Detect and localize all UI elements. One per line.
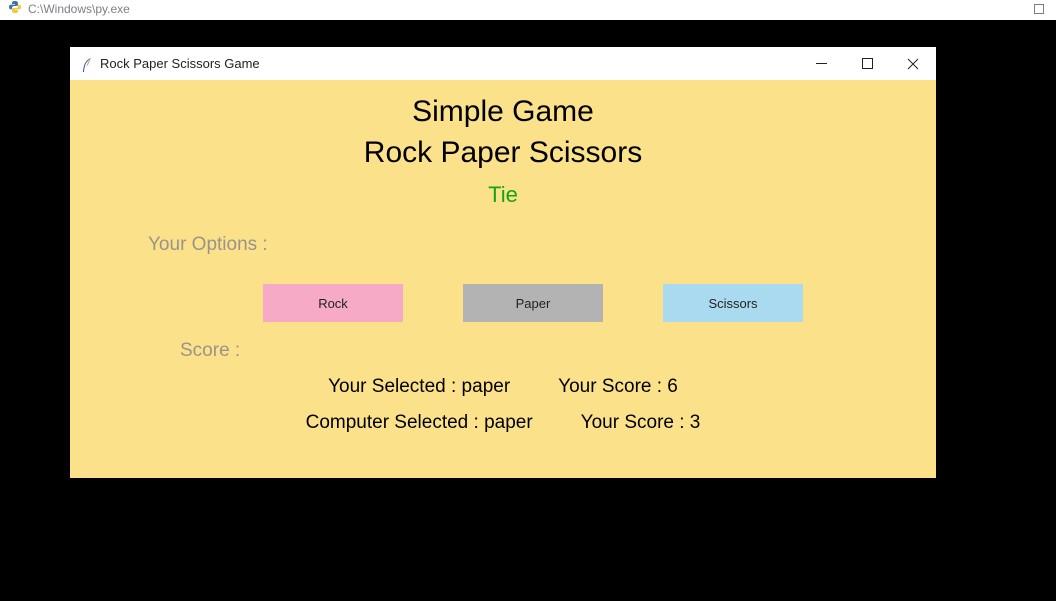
- computer-row: Computer Selected : paper Your Score : 3: [70, 412, 936, 434]
- score-label: Score :: [180, 340, 936, 362]
- app-window: Rock Paper Scissors Game Simple Game Roc…: [70, 47, 936, 478]
- desktop-background: Rock Paper Scissors Game Simple Game Roc…: [0, 20, 1056, 601]
- heading-1: Simple Game: [70, 92, 936, 131]
- scores-block: Your Selected : paper Your Score : 6 Com…: [70, 376, 936, 434]
- choice-buttons-row: Rock Paper Scissors: [70, 284, 936, 322]
- rock-button[interactable]: Rock: [263, 284, 403, 322]
- close-button[interactable]: [890, 47, 936, 80]
- heading-2: Rock Paper Scissors: [70, 133, 936, 172]
- tk-feather-icon: [80, 57, 94, 71]
- computer-score: Your Score : 3: [581, 412, 701, 434]
- outer-console-title: C:\Windows\py.exe: [28, 2, 130, 16]
- paper-button[interactable]: Paper: [463, 284, 603, 322]
- minimize-button[interactable]: [798, 47, 844, 80]
- window-titlebar[interactable]: Rock Paper Scissors Game: [70, 47, 936, 80]
- python-icon: [8, 0, 22, 17]
- player-row: Your Selected : paper Your Score : 6: [70, 376, 936, 398]
- app-body: Simple Game Rock Paper Scissors Tie Your…: [70, 80, 936, 478]
- maximize-button[interactable]: [844, 47, 890, 80]
- computer-selected: Computer Selected : paper: [306, 412, 533, 434]
- result-label: Tie: [70, 182, 936, 208]
- outer-console-titlebar: C:\Windows\py.exe: [0, 0, 1056, 17]
- window-title: Rock Paper Scissors Game: [100, 56, 260, 71]
- outer-maximize-icon[interactable]: [1028, 0, 1050, 17]
- player-score: Your Score : 6: [558, 376, 678, 398]
- options-label: Your Options :: [148, 234, 936, 256]
- player-selected: Your Selected : paper: [328, 376, 510, 398]
- scissors-button[interactable]: Scissors: [663, 284, 803, 322]
